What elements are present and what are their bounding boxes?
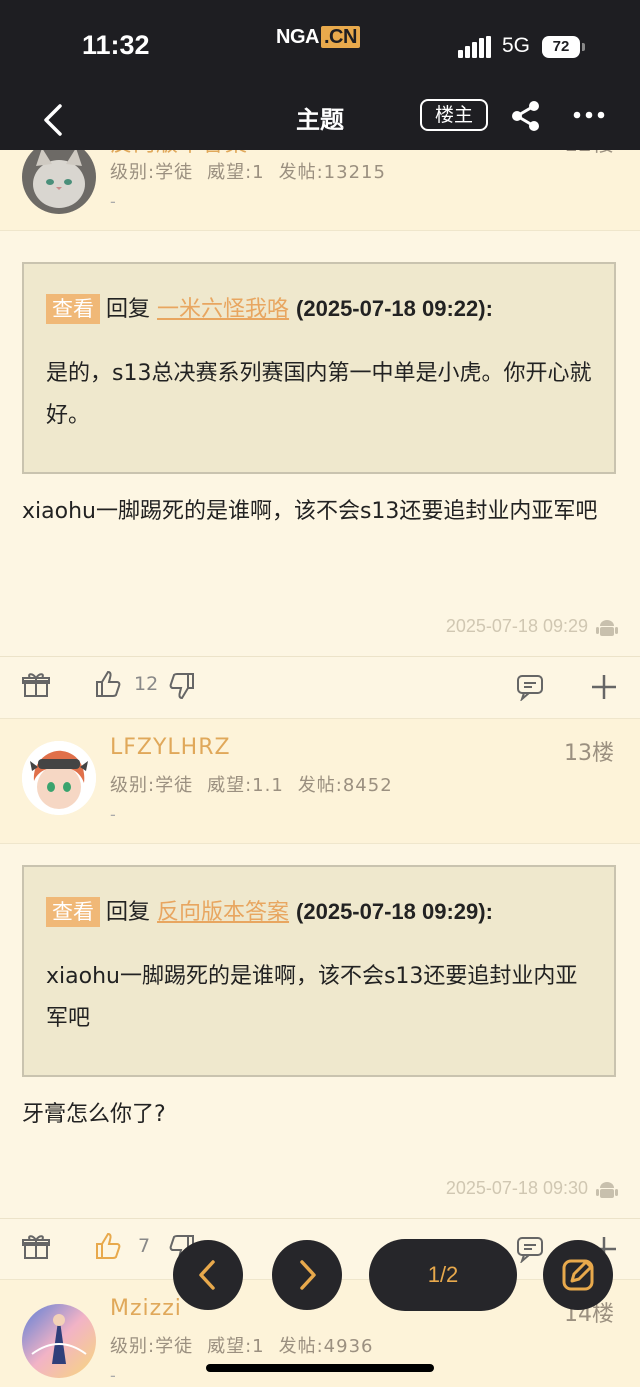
signature: - (110, 805, 116, 824)
avatar[interactable] (22, 150, 96, 214)
like-count: 7 (138, 1235, 151, 1257)
signature: - (110, 1366, 116, 1385)
post-time: 2025-07-18 09:30 (445, 1178, 588, 1198)
prestige: 威望:1 (207, 162, 265, 183)
author-meta: 级别:学徒 威望:1 发帖:13215 (110, 158, 400, 184)
gift-icon[interactable] (22, 1233, 50, 1261)
author-meta: 级别:学徒 威望:1 发帖:4936 (110, 1332, 387, 1358)
share-icon[interactable] (508, 98, 544, 134)
view-quote-button[interactable]: 查看 (46, 294, 100, 324)
page-title: 主题 (296, 106, 344, 134)
author-name[interactable]: Mzizzi (110, 1296, 182, 1321)
next-page-button[interactable] (272, 1240, 342, 1310)
reply-time: (2025-07-18 09:29): (296, 899, 493, 924)
like-count: 12 (134, 673, 159, 695)
chevron-left-icon (199, 1260, 215, 1290)
edit-icon (562, 1259, 594, 1291)
reply-user-link[interactable]: 反向版本答案 (157, 900, 289, 925)
thread-content: 反向版本答案 12楼 级别:学徒威望:1发帖:13215 - 查看回复 一米六怪… (0, 150, 640, 1387)
post-count: 发帖:13215 (278, 162, 386, 183)
logo-text: NGA (276, 26, 319, 48)
reply-user-link[interactable]: 一米六怪我咯 (157, 297, 289, 322)
battery-tip (582, 43, 585, 51)
gift-icon[interactable] (22, 671, 50, 699)
author-name[interactable]: 反向版本答案 (110, 150, 248, 158)
network-type: 5G (502, 34, 531, 57)
quote-block: 查看 回复 反向版本答案 (2025-07-18 09:29): xiaohu一脚… (22, 865, 616, 1077)
like-icon[interactable] (94, 670, 122, 698)
post-header: 反向版本答案 12楼 级别:学徒威望:1 发帖:13215 - (0, 150, 640, 231)
floor-number: 13楼 (564, 741, 614, 766)
post-time: 2025-07-18 09:29 (445, 616, 588, 636)
prestige: 威望:1.1 (207, 775, 284, 796)
more-icon[interactable] (572, 102, 606, 128)
post-actions: 12 (0, 656, 640, 717)
prestige: 威望:1 (207, 1336, 265, 1357)
author-meta: 级别:学徒 威望:1.1 发帖:8452 (110, 771, 407, 797)
status-bar: 11:32 NGA .CN 5G 72 (0, 0, 640, 92)
signature: - (110, 192, 116, 211)
like-icon[interactable] (94, 1232, 122, 1260)
android-icon (596, 1182, 618, 1198)
dislike-icon[interactable] (168, 672, 196, 700)
nav-bar: 主题 楼主 (0, 92, 640, 150)
android-icon (596, 620, 618, 636)
post-body: 牙膏怎么你了? (22, 1102, 166, 1127)
reply-time: (2025-07-18 09:22): (296, 296, 493, 321)
level: 级别:学徒 (110, 162, 194, 183)
compose-button[interactable] (543, 1240, 613, 1310)
post-body: xiaohu一脚踢死的是谁啊，该不会s13还要追封业内亚军吧 (22, 499, 598, 524)
post-count: 发帖:8452 (297, 775, 393, 796)
post-count: 发帖:4936 (278, 1336, 374, 1357)
reply-prefix: 回复 (106, 297, 151, 322)
home-indicator[interactable] (206, 1364, 434, 1372)
chevron-right-icon (300, 1260, 316, 1290)
prev-page-button[interactable] (173, 1240, 243, 1310)
author-name[interactable]: LFZYLHRZ (110, 735, 231, 760)
avatar[interactable] (22, 741, 96, 815)
quote-block: 查看 回复 一米六怪我咯 (2025-07-18 09:22): 是的，s13总决… (22, 262, 616, 474)
battery-icon: 72 (542, 36, 580, 58)
avatar[interactable] (22, 1304, 96, 1378)
louzhu-button[interactable]: 楼主 (420, 99, 488, 131)
quote-text: xiaohu一脚踢死的是谁啊，该不会s13还要追封业内亚军吧 (46, 964, 578, 1031)
page-indicator[interactable]: 1/2 (369, 1239, 517, 1311)
level: 级别:学徒 (110, 1336, 194, 1357)
quote-text: 是的，s13总决赛系列赛国内第一中单是小虎。你开心就好。 (46, 361, 592, 428)
view-quote-button[interactable]: 查看 (46, 897, 100, 927)
signal-icon (458, 36, 492, 58)
floor-number: 12楼 (564, 150, 614, 158)
nga-logo: NGA .CN (276, 26, 360, 49)
status-time: 11:32 (82, 30, 150, 60)
comment-icon[interactable] (516, 673, 544, 701)
plus-icon[interactable] (590, 673, 618, 701)
logo-cn: .CN (320, 26, 360, 48)
post-header: LFZYLHRZ 13楼 级别:学徒 威望:1.1 发帖:8452 - (0, 718, 640, 844)
level: 级别:学徒 (110, 775, 194, 796)
comment-icon[interactable] (516, 1235, 544, 1263)
reply-prefix: 回复 (106, 900, 151, 925)
